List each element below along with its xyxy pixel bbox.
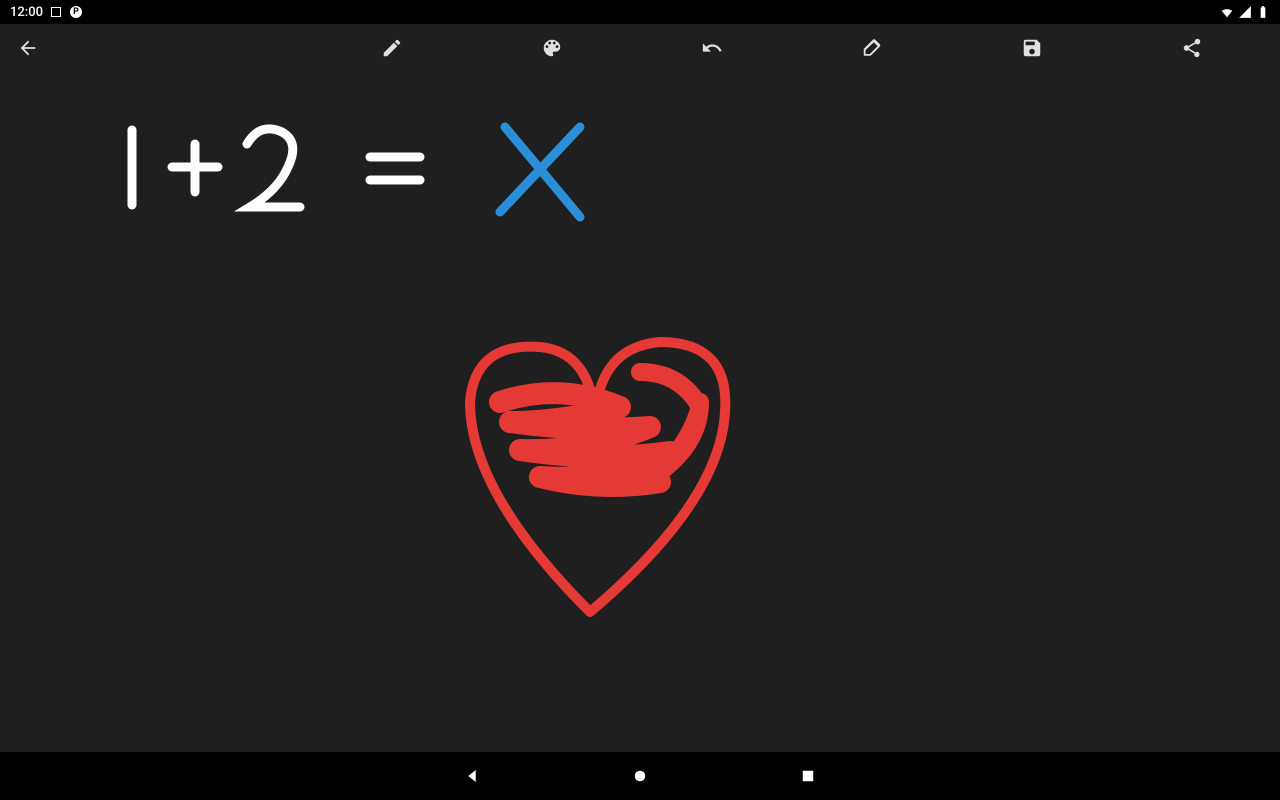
app-toolbar — [0, 24, 1280, 72]
undo-button[interactable] — [632, 24, 792, 72]
battery-icon — [1256, 5, 1270, 19]
equation-blue-x-stroke — [500, 127, 580, 217]
palette-icon — [541, 37, 563, 59]
status-time: 12:00 — [10, 5, 43, 20]
nav-recent-button[interactable] — [794, 762, 822, 790]
drawing-canvas[interactable] — [0, 72, 1280, 752]
device-frame: 12:00 P — [0, 0, 1280, 800]
share-icon — [1181, 37, 1203, 59]
nav-home-button[interactable] — [626, 762, 654, 790]
signal-icon — [1238, 5, 1252, 19]
p-badge-icon: P — [69, 5, 83, 19]
wifi-icon — [1220, 5, 1234, 19]
equation-white-stroke — [132, 129, 420, 207]
draw-button[interactable] — [312, 24, 472, 72]
share-button[interactable] — [1112, 24, 1272, 72]
heart-stroke — [470, 342, 725, 612]
square-indicator-icon — [49, 5, 63, 19]
system-nav-bar — [0, 752, 1280, 800]
eraser-icon — [861, 37, 883, 59]
status-bar: 12:00 P — [0, 0, 1280, 24]
color-button[interactable] — [472, 24, 632, 72]
save-icon — [1021, 37, 1043, 59]
eraser-button[interactable] — [792, 24, 952, 72]
drawing-strokes — [0, 72, 1280, 752]
nav-home-icon — [631, 767, 649, 785]
pencil-icon — [381, 37, 403, 59]
undo-icon — [701, 37, 723, 59]
save-button[interactable] — [952, 24, 1112, 72]
arrow-left-icon — [17, 37, 39, 59]
nav-recent-icon — [799, 767, 817, 785]
nav-back-icon — [463, 767, 481, 785]
back-button[interactable] — [8, 28, 48, 68]
nav-back-button[interactable] — [458, 762, 486, 790]
